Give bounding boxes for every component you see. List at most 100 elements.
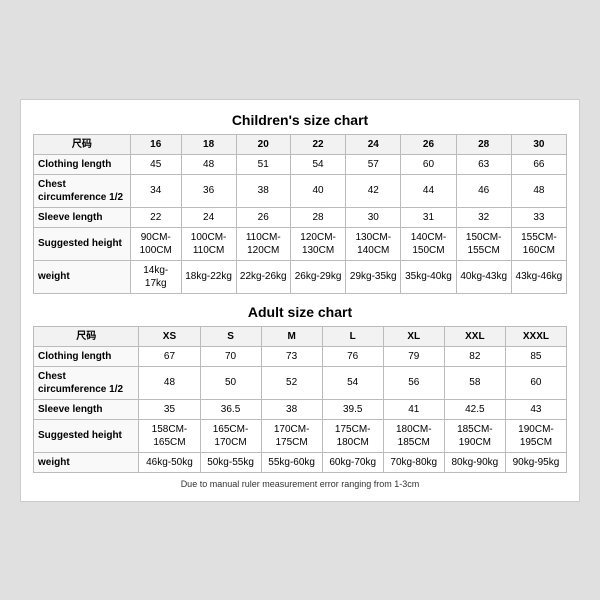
children-cell-3-1: 100CM-110CM: [181, 227, 236, 260]
adult-cell-3-6: 190CM-195CM: [505, 419, 566, 452]
adult-cell-1-3: 54: [322, 366, 383, 399]
adult-row-label-1: Chest circumference 1/2: [34, 366, 139, 399]
children-cell-3-3: 120CM-130CM: [290, 227, 345, 260]
children-cell-0-7: 66: [511, 154, 566, 174]
adult-cell-3-0: 158CM-165CM: [139, 419, 200, 452]
children-cell-4-4: 29kg-35kg: [346, 260, 401, 293]
children-cell-4-7: 43kg-46kg: [511, 260, 566, 293]
children-row-1: Chest circumference 1/23436384042444648: [34, 174, 567, 207]
children-col-header-7: 28: [456, 134, 511, 154]
children-cell-2-6: 32: [456, 207, 511, 227]
adult-cell-0-0: 67: [139, 346, 200, 366]
children-cell-3-2: 110CM-120CM: [236, 227, 290, 260]
adult-cell-1-2: 52: [261, 366, 322, 399]
children-cell-4-6: 40kg-43kg: [456, 260, 511, 293]
adult-cell-2-5: 42.5: [444, 399, 505, 419]
children-cell-2-3: 28: [290, 207, 345, 227]
adult-cell-3-5: 185CM-190CM: [444, 419, 505, 452]
children-cell-0-0: 45: [130, 154, 181, 174]
children-cell-1-3: 40: [290, 174, 345, 207]
adult-col-header-1: XS: [139, 326, 200, 346]
adult-chart-title: Adult size chart: [33, 304, 567, 320]
adult-cell-3-1: 165CM-170CM: [200, 419, 261, 452]
children-row-0: Clothing length4548515457606366: [34, 154, 567, 174]
children-cell-1-2: 38: [236, 174, 290, 207]
adult-cell-4-3: 60kg-70kg: [322, 452, 383, 472]
adult-cell-2-0: 35: [139, 399, 200, 419]
children-cell-1-4: 42: [346, 174, 401, 207]
adult-row-1: Chest circumference 1/248505254565860: [34, 366, 567, 399]
adult-cell-4-4: 70kg-80kg: [383, 452, 444, 472]
adult-row-0: Clothing length67707376798285: [34, 346, 567, 366]
children-row-3: Suggested height90CM-100CM100CM-110CM110…: [34, 227, 567, 260]
adult-cell-0-2: 73: [261, 346, 322, 366]
adult-row-label-3: Suggested height: [34, 419, 139, 452]
adult-cell-1-6: 60: [505, 366, 566, 399]
adult-col-header-3: M: [261, 326, 322, 346]
children-col-header-5: 24: [346, 134, 401, 154]
adult-col-header-2: S: [200, 326, 261, 346]
children-col-header-2: 18: [181, 134, 236, 154]
adult-cell-0-5: 82: [444, 346, 505, 366]
adult-cell-1-5: 58: [444, 366, 505, 399]
adult-col-header-6: XXL: [444, 326, 505, 346]
adult-row-label-0: Clothing length: [34, 346, 139, 366]
adult-col-header-4: L: [322, 326, 383, 346]
children-cell-0-6: 63: [456, 154, 511, 174]
adult-cell-2-2: 38: [261, 399, 322, 419]
adult-cell-2-6: 43: [505, 399, 566, 419]
children-cell-1-6: 46: [456, 174, 511, 207]
children-col-header-6: 26: [401, 134, 456, 154]
children-row-2: Sleeve length2224262830313233: [34, 207, 567, 227]
children-cell-3-6: 150CM-155CM: [456, 227, 511, 260]
children-cell-4-0: 14kg-17kg: [130, 260, 181, 293]
children-cell-1-7: 48: [511, 174, 566, 207]
size-chart-container: Children's size chart 尺码1618202224262830…: [20, 99, 580, 502]
children-row-label-4: weight: [34, 260, 131, 293]
children-cell-4-1: 18kg-22kg: [181, 260, 236, 293]
adult-row-label-2: Sleeve length: [34, 399, 139, 419]
adult-cell-4-6: 90kg-95kg: [505, 452, 566, 472]
adult-cell-0-4: 79: [383, 346, 444, 366]
children-table: 尺码1618202224262830 Clothing length454851…: [33, 134, 567, 294]
children-cell-3-7: 155CM-160CM: [511, 227, 566, 260]
children-chart-title: Children's size chart: [33, 112, 567, 128]
adult-cell-3-4: 180CM-185CM: [383, 419, 444, 452]
children-cell-0-4: 57: [346, 154, 401, 174]
children-cell-3-0: 90CM-100CM: [130, 227, 181, 260]
children-col-header-3: 20: [236, 134, 290, 154]
children-cell-2-2: 26: [236, 207, 290, 227]
children-cell-4-3: 26kg-29kg: [290, 260, 345, 293]
adult-cell-1-4: 56: [383, 366, 444, 399]
children-cell-0-2: 51: [236, 154, 290, 174]
children-cell-2-7: 33: [511, 207, 566, 227]
children-cell-0-1: 48: [181, 154, 236, 174]
adult-row-label-4: weight: [34, 452, 139, 472]
adult-cell-1-0: 48: [139, 366, 200, 399]
adult-cell-1-1: 50: [200, 366, 261, 399]
children-cell-2-5: 31: [401, 207, 456, 227]
adult-row-3: Suggested height158CM-165CM165CM-170CM17…: [34, 419, 567, 452]
children-cell-4-5: 35kg-40kg: [401, 260, 456, 293]
children-cell-0-5: 60: [401, 154, 456, 174]
children-col-header-1: 16: [130, 134, 181, 154]
children-cell-3-4: 130CM-140CM: [346, 227, 401, 260]
children-row-label-0: Clothing length: [34, 154, 131, 174]
adult-cell-3-2: 170CM-175CM: [261, 419, 322, 452]
adult-cell-4-5: 80kg-90kg: [444, 452, 505, 472]
children-cell-2-4: 30: [346, 207, 401, 227]
adult-cell-4-0: 46kg-50kg: [139, 452, 200, 472]
children-cell-4-2: 22kg-26kg: [236, 260, 290, 293]
adult-row-4: weight46kg-50kg50kg-55kg55kg-60kg60kg-70…: [34, 452, 567, 472]
children-cell-0-3: 54: [290, 154, 345, 174]
adult-cell-0-3: 76: [322, 346, 383, 366]
children-row-label-2: Sleeve length: [34, 207, 131, 227]
adult-col-header-5: XL: [383, 326, 444, 346]
children-cell-1-5: 44: [401, 174, 456, 207]
adult-cell-2-3: 39.5: [322, 399, 383, 419]
children-col-header-0: 尺码: [34, 134, 131, 154]
children-row-label-3: Suggested height: [34, 227, 131, 260]
adult-cell-0-1: 70: [200, 346, 261, 366]
children-cell-1-1: 36: [181, 174, 236, 207]
children-cell-1-0: 34: [130, 174, 181, 207]
